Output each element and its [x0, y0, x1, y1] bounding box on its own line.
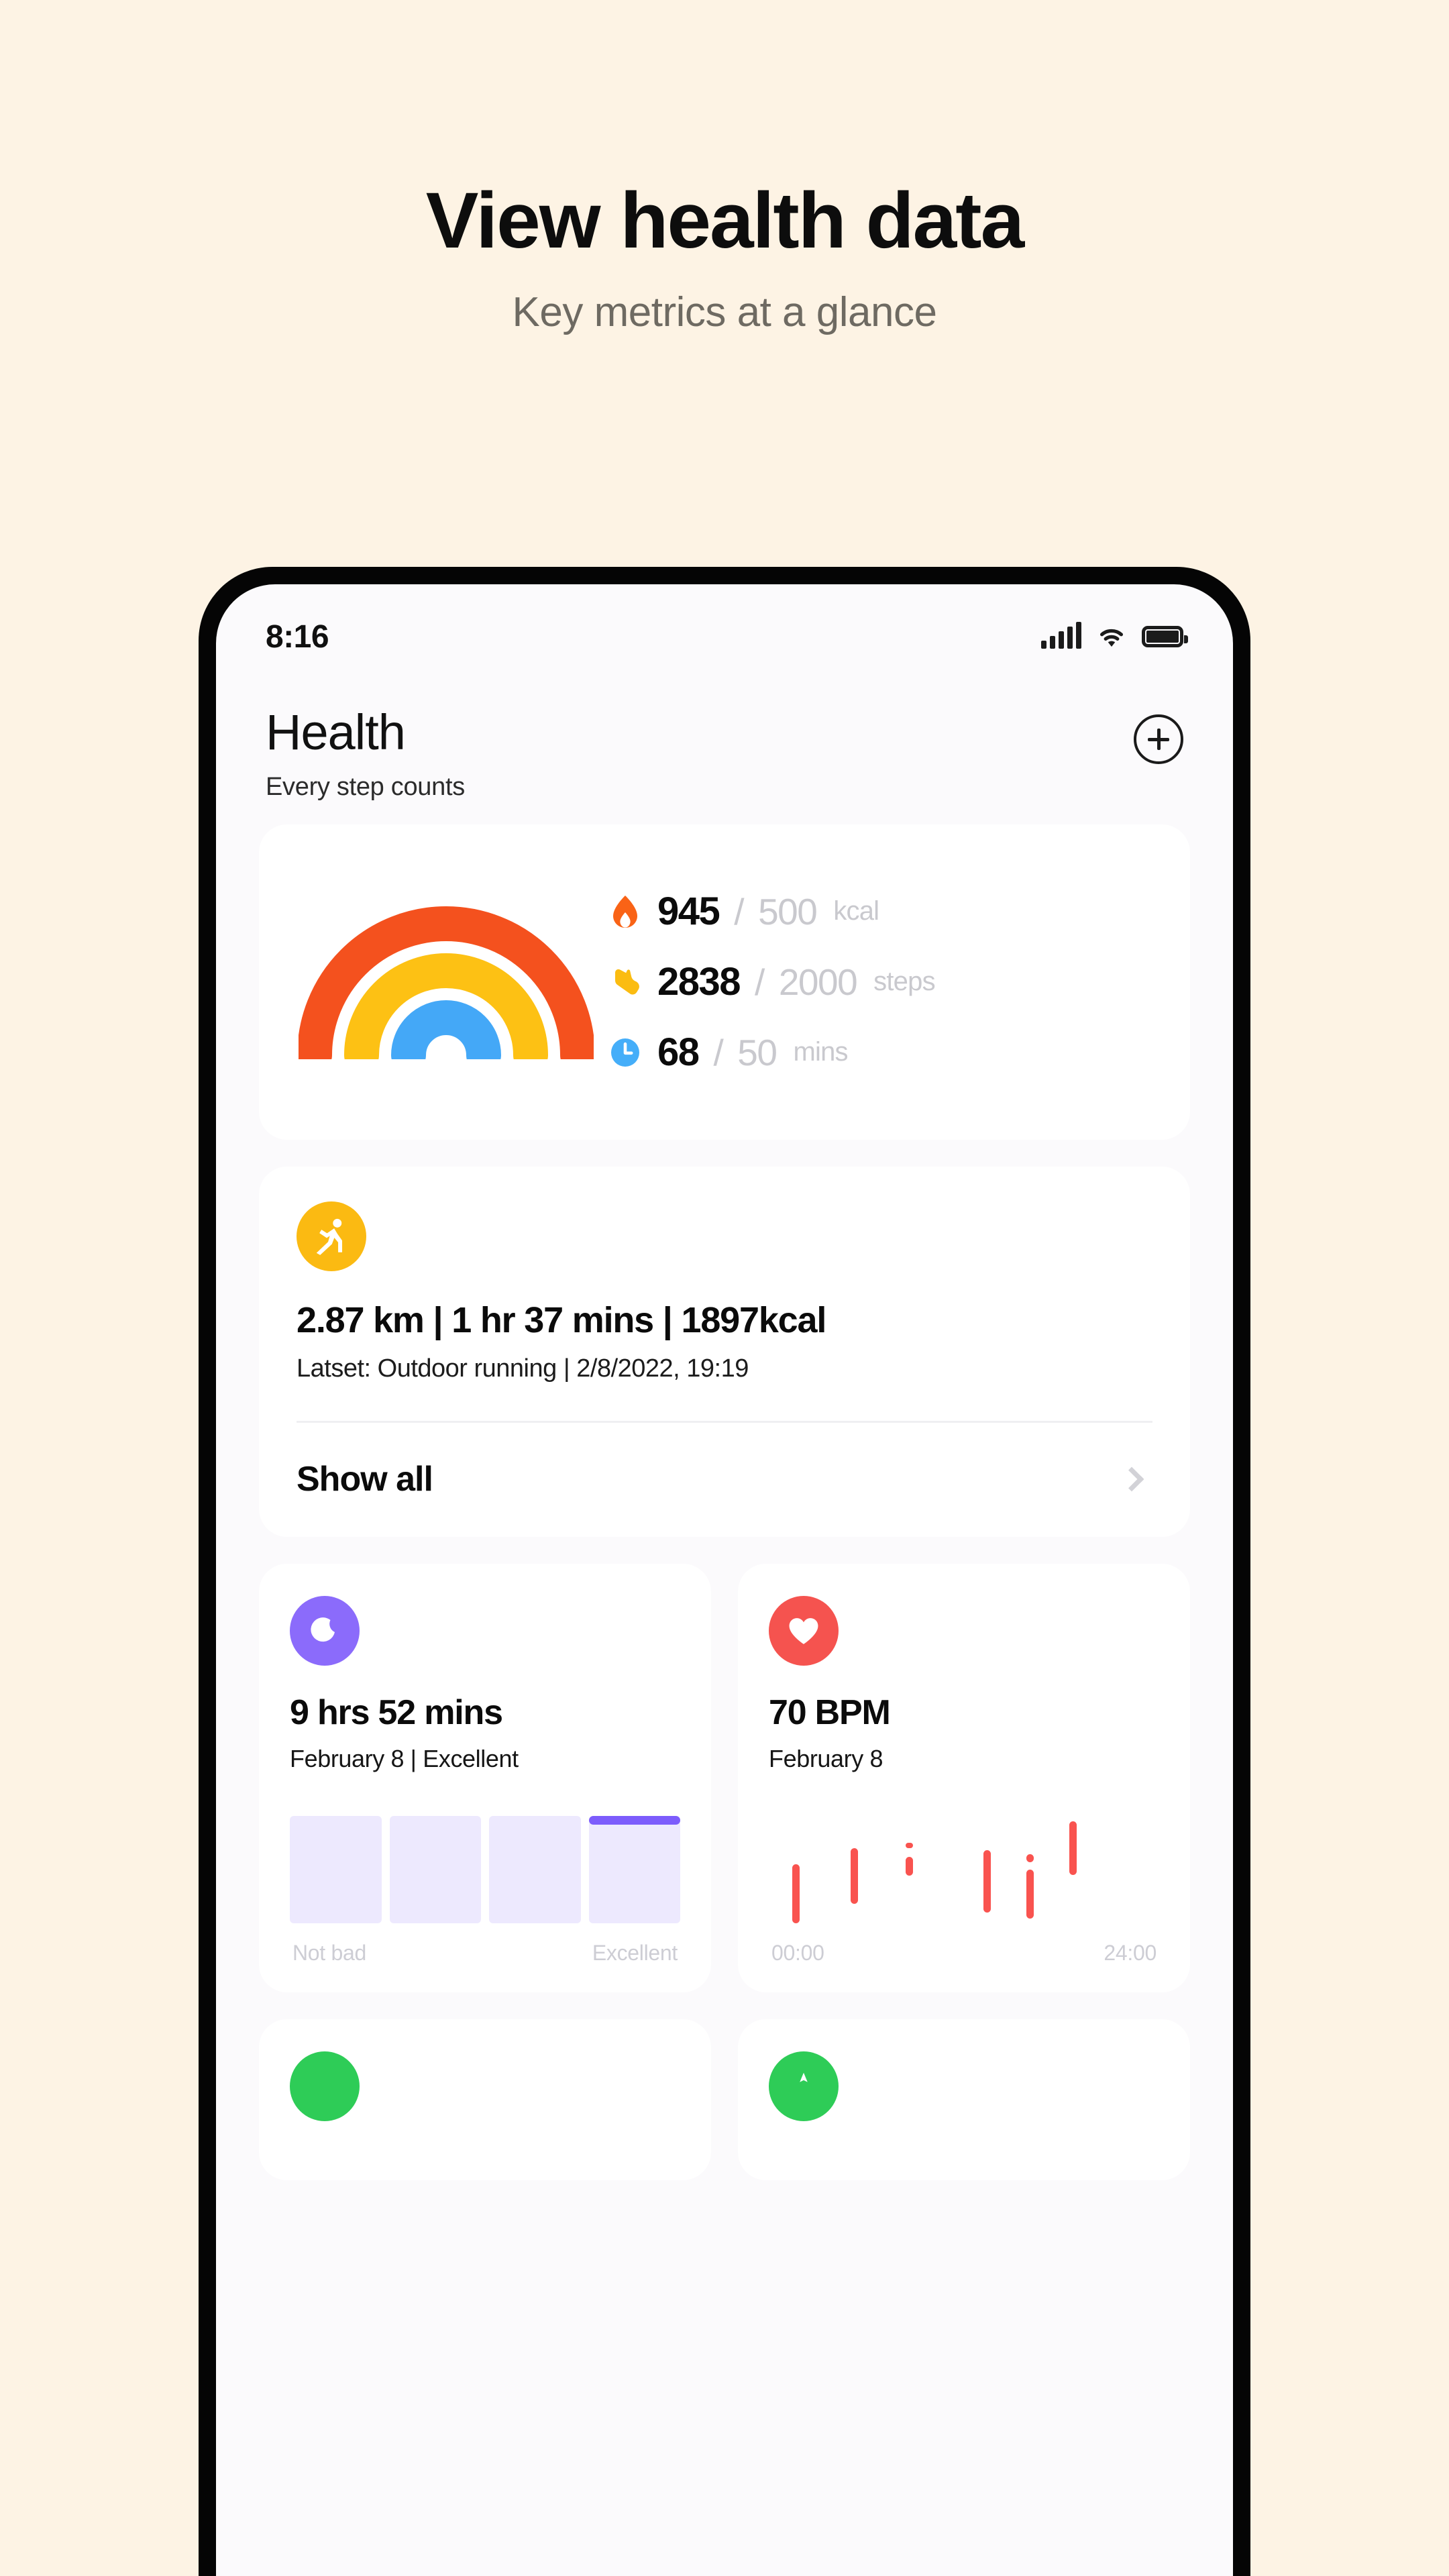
- hr-axis-left-label: 00:00: [771, 1940, 824, 1965]
- running-person-icon: [297, 1201, 366, 1271]
- stat-row-calories: 945 / 500 kcal: [610, 889, 1161, 934]
- workout-summary-subtitle: Latset: Outdoor running | 2/8/2022, 19:1…: [297, 1354, 749, 1383]
- heart-rate-value: 70 BPM: [769, 1693, 891, 1732]
- moon-icon: [290, 1595, 360, 1666]
- flame-icon: [610, 894, 643, 930]
- workout-summary-title: 2.87 km | 1 hr 37 mins | 1897kcal: [297, 1299, 826, 1340]
- hr-axis-right-label: 24:00: [1104, 1940, 1157, 1965]
- calories-unit: kcal: [833, 896, 879, 926]
- heart-rate-bar: [1026, 1869, 1034, 1919]
- heart-rate-bar: [1026, 1854, 1034, 1862]
- metrics-grid: 9 hrs 52 mins February 8 | Excellent Not…: [259, 1563, 1190, 1992]
- steps-separator: /: [755, 961, 765, 1003]
- calories-value: 945: [657, 890, 720, 934]
- activity-rings-rainbow-icon: [288, 905, 604, 1059]
- add-button[interactable]: [1134, 714, 1183, 764]
- green-metric-icon: [290, 2051, 360, 2121]
- steps-value: 2838: [657, 960, 741, 1004]
- calories-goal: 500: [758, 890, 818, 932]
- battery-icon: [1142, 626, 1188, 647]
- heart-rate-bar: [905, 1856, 913, 1876]
- signal-bars-icon: [1041, 622, 1081, 649]
- sleep-bar: [389, 1815, 481, 1923]
- promo-title: View health data: [425, 176, 1024, 265]
- sleep-axis-left-label: Not bad: [292, 1940, 366, 1965]
- heart-rate-card[interactable]: 70 BPM February 8 00:00 24:00: [738, 1563, 1190, 1992]
- bottom-card-right[interactable]: [738, 2019, 1190, 2180]
- sleep-chart-axis: Not bad Excellent: [290, 1941, 680, 1966]
- heart-rate-bar: [1069, 1821, 1077, 1875]
- footprint-icon: [610, 964, 643, 1000]
- heart-icon: [769, 1595, 839, 1666]
- bottom-metrics-grid: [259, 2019, 1190, 2180]
- stat-row-steps: 2838 / 2000 steps: [610, 959, 1161, 1004]
- sleep-date-quality: February 8 | Excellent: [290, 1744, 519, 1772]
- minutes-separator: /: [713, 1031, 724, 1073]
- green-metric-icon: [769, 2051, 839, 2121]
- sleep-axis-right-label: Excellent: [592, 1940, 678, 1965]
- minutes-unit: mins: [793, 1037, 848, 1067]
- status-icons: [1041, 622, 1188, 652]
- sleep-bar-active: [588, 1815, 680, 1923]
- show-all-row[interactable]: Show all: [297, 1423, 1152, 1537]
- calories-separator: /: [734, 890, 744, 932]
- summary-stats-list: 945 / 500 kcal 2838 / 2000 steps 68 / 50…: [604, 889, 1161, 1075]
- status-time: 8:16: [266, 619, 329, 655]
- bottom-card-left[interactable]: [259, 2019, 711, 2180]
- sleep-bar: [290, 1815, 382, 1923]
- page-title: Health: [266, 704, 406, 760]
- sleep-quality-chart: [290, 1815, 680, 1923]
- promo-header: View health data Key metrics at a glance: [0, 0, 1449, 336]
- minutes-goal: 50: [737, 1031, 777, 1073]
- clock-icon: [610, 1034, 643, 1071]
- content-scroll-area: 945 / 500 kcal 2838 / 2000 steps 68 / 50…: [216, 824, 1233, 2180]
- steps-goal: 2000: [778, 961, 858, 1003]
- wifi-icon: [1095, 622, 1128, 652]
- sleep-card[interactable]: 9 hrs 52 mins February 8 | Excellent Not…: [259, 1563, 711, 1992]
- app-header: Health Every step counts: [216, 677, 1233, 824]
- app-header-text: Health Every step counts: [266, 704, 465, 802]
- show-all-label: Show all: [297, 1459, 433, 1499]
- minutes-value: 68: [657, 1030, 700, 1075]
- heart-rate-chart-axis: 00:00 24:00: [769, 1941, 1159, 1966]
- heart-rate-bar: [983, 1850, 991, 1913]
- steps-unit: steps: [873, 967, 935, 997]
- workout-card[interactable]: 2.87 km | 1 hr 37 mins | 1897kcal Latset…: [259, 1166, 1190, 1537]
- promo-subtitle: Key metrics at a glance: [512, 288, 937, 335]
- heart-rate-bar: [851, 1847, 859, 1904]
- sleep-bar: [489, 1815, 581, 1923]
- daily-summary-card[interactable]: 945 / 500 kcal 2838 / 2000 steps 68 / 50…: [259, 824, 1190, 1140]
- heart-rate-bar: [905, 1842, 913, 1848]
- sleep-duration: 9 hrs 52 mins: [290, 1693, 503, 1732]
- heart-rate-chart: [769, 1816, 1159, 1923]
- heart-rate-bar: [792, 1864, 800, 1923]
- phone-frame: 8:16 Health Every step counts 945 / 500 …: [199, 567, 1250, 2576]
- heart-rate-date: February 8: [769, 1744, 883, 1772]
- phone-screen: 8:16 Health Every step counts 945 / 500 …: [216, 584, 1233, 2576]
- status-bar: 8:16: [216, 584, 1233, 677]
- stat-row-minutes: 68 / 50 mins: [610, 1030, 1161, 1075]
- chevron-right-icon: [1119, 1466, 1144, 1492]
- page-subtitle: Every step counts: [266, 772, 465, 801]
